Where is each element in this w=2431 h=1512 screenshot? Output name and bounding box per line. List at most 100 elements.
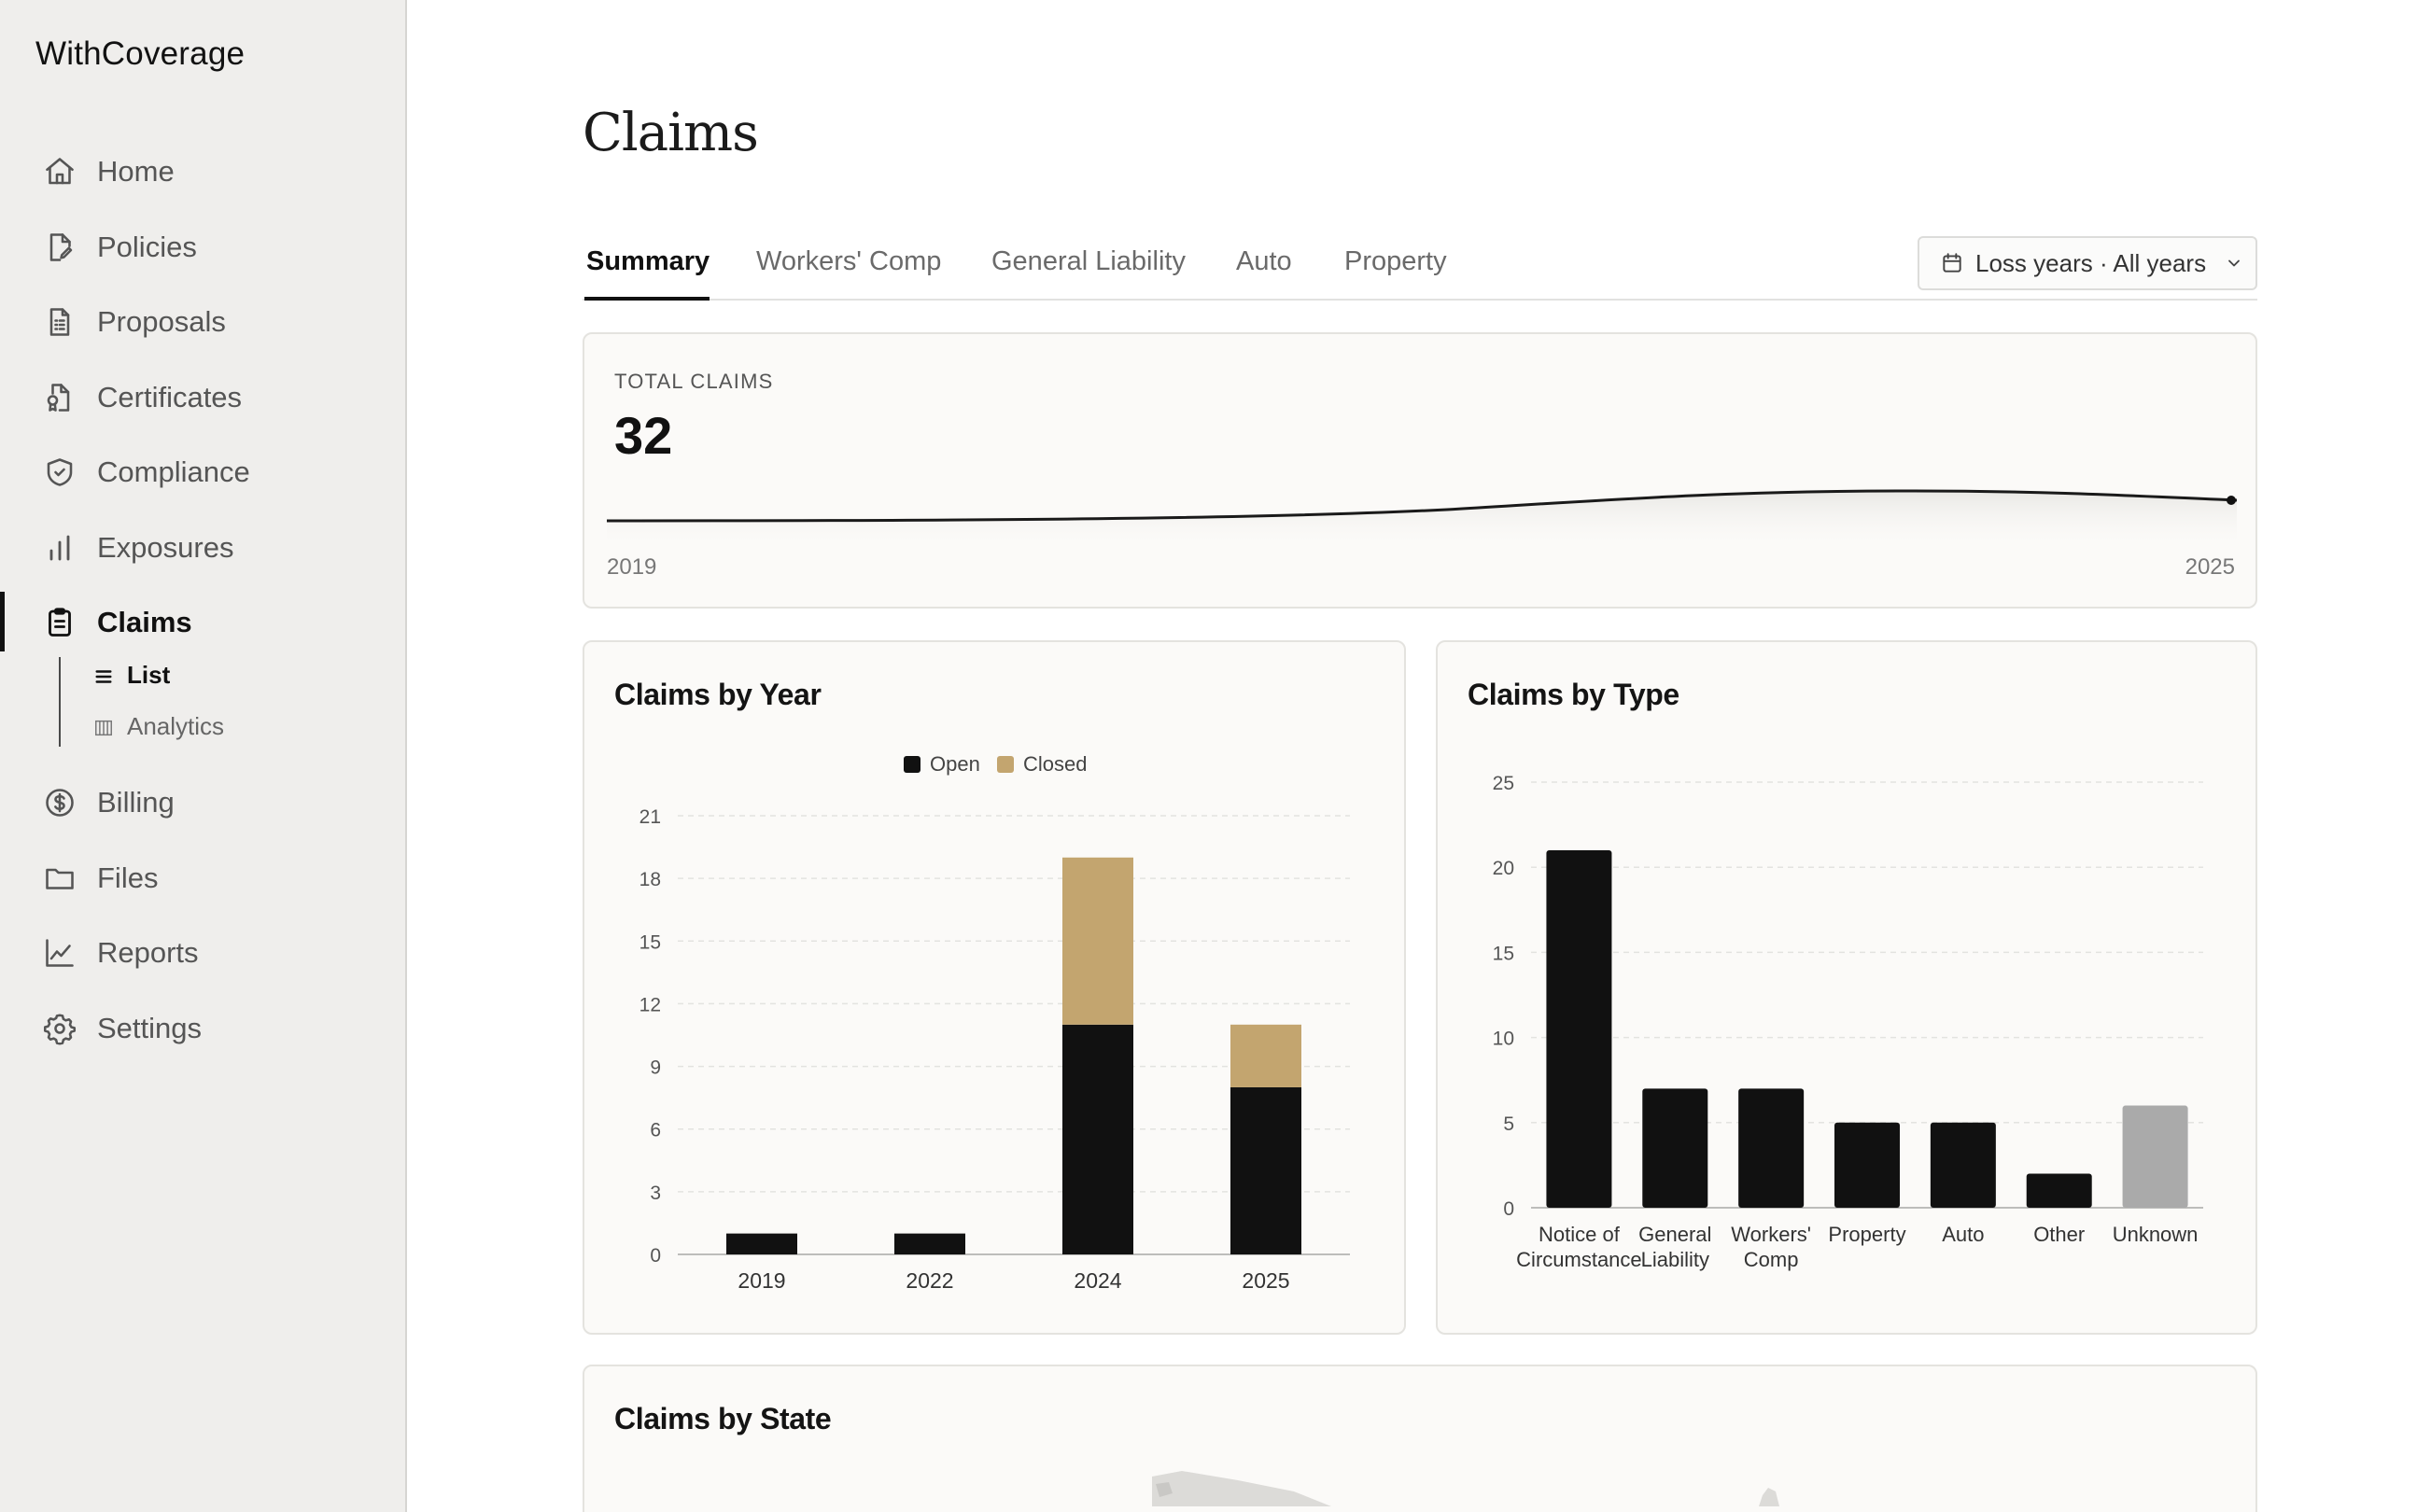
sidebar-item-label: Billing <box>97 786 175 819</box>
chevron-down-icon <box>2228 259 2241 267</box>
loss-years-filter-label: Loss years · All years <box>1975 248 2207 277</box>
bar-closed-2024 <box>1062 857 1133 1025</box>
sidebar-item-files[interactable]: Files <box>43 850 158 906</box>
total-claims-label: TOTAL CLAIMS <box>614 370 774 393</box>
bar-other <box>2026 1173 2092 1208</box>
sidebar-subitem-analytics[interactable]: Analytics <box>93 706 224 747</box>
x-tick-label: 2025 <box>1242 1268 1289 1293</box>
y-tick-label: 0 <box>1503 1198 1514 1220</box>
y-tick-label: 10 <box>1493 1029 1514 1050</box>
columns-icon <box>93 716 114 736</box>
x-tick-label: 2024 <box>1074 1268 1121 1293</box>
certificate-icon <box>43 381 77 414</box>
x-tick-label: Other <box>2033 1223 2085 1246</box>
claims-by-type-chart: 0 5 10 15 20 25 Notice ofCircumstanceGeneralLi… <box>1493 773 2203 1271</box>
loss-years-filter[interactable]: Loss years · All years <box>1918 236 2257 290</box>
claims-by-state-card: Claims by State <box>583 1365 2257 1512</box>
sidebar-item-label: Compliance <box>97 455 250 488</box>
sidebar-subitem-label: List <box>127 660 171 689</box>
sparkline-start-label: 2019 <box>607 554 657 580</box>
bar-chart-icon <box>43 531 77 565</box>
tab-auto[interactable]: Auto <box>1232 246 1296 277</box>
legend-swatch-open <box>904 756 920 773</box>
sidebar-item-label: Reports <box>97 936 199 969</box>
y-tick-label: 3 <box>650 1183 661 1204</box>
sidebar-item-exposures[interactable]: Exposures <box>43 520 233 576</box>
y-tick-label: 15 <box>1493 943 1514 964</box>
x-tick-label: Workers' <box>1731 1223 1811 1246</box>
sidebar-item-compliance[interactable]: Compliance <box>43 444 250 500</box>
submenu-line <box>59 657 61 747</box>
bar-open-2024 <box>1062 1024 1133 1254</box>
sidebar-item-proposals[interactable]: Proposals <box>43 294 226 350</box>
sidebar-item-label: Certificates <box>97 381 243 413</box>
sidebar-item-label: Proposals <box>97 305 226 338</box>
bar-unknown <box>2122 1105 2188 1208</box>
bar-open-2022 <box>894 1233 965 1254</box>
document-list-icon <box>43 305 77 339</box>
sidebar: WithCoverage Home Policies Proposals Cer… <box>0 0 407 1512</box>
sidebar-item-label: Policies <box>97 231 197 263</box>
claims-by-year-chart: Open Closed 0 3 6 9 12 15 18 21 2019 2022 2024 2025 <box>639 752 1350 1293</box>
x-tick-label: 2019 <box>738 1268 785 1293</box>
legend-swatch-closed <box>997 756 1014 773</box>
page-title: Claims <box>583 103 759 163</box>
sidebar-subitem-list[interactable]: List <box>93 654 170 695</box>
x-tick-label: Comp <box>1744 1248 1799 1271</box>
shield-check-icon <box>43 455 77 489</box>
brand-logo[interactable]: WithCoverage <box>35 35 245 73</box>
sidebar-item-settings[interactable]: Settings <box>43 1001 202 1057</box>
y-tick-label: 25 <box>1493 773 1514 794</box>
y-tick-label: 0 <box>650 1245 661 1267</box>
legend-label-closed: Closed <box>1023 752 1087 776</box>
x-tick-label: Property <box>1828 1223 1905 1246</box>
line-chart-icon <box>43 936 77 970</box>
sidebar-item-label: Exposures <box>97 531 234 564</box>
sidebar-item-reports[interactable]: Reports <box>43 925 199 981</box>
tab-property[interactable]: Property <box>1341 246 1451 277</box>
sidebar-item-label: Claims <box>97 606 192 638</box>
active-indicator <box>0 592 5 651</box>
claims-by-type-card: Claims by Type 0 5 10 15 20 25 Notice of Circum… <box>1436 640 2257 1335</box>
sidebar-item-claims[interactable]: Claims <box>43 595 192 651</box>
sparkline-end-label: 2025 <box>2185 554 2235 580</box>
y-tick-label: 18 <box>639 869 661 890</box>
file-pen-icon <box>43 231 77 264</box>
sidebar-item-policies[interactable]: Policies <box>43 219 197 275</box>
dollar-circle-icon <box>43 786 77 819</box>
bar-notice-of-circumstance <box>1546 849 1612 1208</box>
bar-property <box>1834 1122 1900 1208</box>
sidebar-item-billing[interactable]: Billing <box>43 775 175 831</box>
sidebar-item-home[interactable]: Home <box>43 144 175 200</box>
home-icon <box>43 155 77 189</box>
active-tab-underline <box>584 297 710 301</box>
x-tick-label: Notice of <box>1539 1223 1621 1246</box>
claims-by-year-legend: Open Closed <box>904 752 1087 776</box>
gear-icon <box>43 1012 77 1045</box>
total-claims-value: 32 <box>614 406 673 465</box>
claims-by-year-card: Claims by Year Open Closed 0 3 6 9 12 15 18 21 201… <box>583 640 1406 1335</box>
bar-workers-comp <box>1738 1088 1805 1208</box>
sidebar-item-certificates[interactable]: Certificates <box>43 370 242 426</box>
x-tick-label: Auto <box>1942 1223 1984 1246</box>
bar-open-2025 <box>1230 1086 1301 1254</box>
bar-closed-2025 <box>1230 1024 1301 1087</box>
folder-icon <box>43 861 77 895</box>
tab-summary[interactable]: Summary <box>583 246 713 277</box>
sidebar-item-label: Files <box>97 861 159 894</box>
bar-open-2019 <box>726 1233 797 1254</box>
y-tick-label: 15 <box>639 931 661 953</box>
y-tick-label: 5 <box>1503 1113 1514 1135</box>
sidebar-item-label: Settings <box>97 1012 203 1044</box>
list-icon <box>93 665 114 685</box>
x-tick-label: Circumstance <box>1516 1248 1641 1271</box>
x-tick-label: General <box>1638 1223 1711 1246</box>
y-tick-label: 6 <box>650 1120 661 1141</box>
x-tick-label: Unknown <box>2113 1223 2199 1246</box>
total-claims-card: TOTAL CLAIMS 32 2019 2025 <box>583 332 2257 609</box>
tab-general-liability[interactable]: General Liability <box>988 246 1189 277</box>
calendar-icon <box>1943 253 1961 273</box>
clipboard-icon <box>43 606 77 639</box>
bar-general-liability <box>1642 1088 1708 1208</box>
tab-workers-comp[interactable]: Workers' Comp <box>752 246 945 277</box>
